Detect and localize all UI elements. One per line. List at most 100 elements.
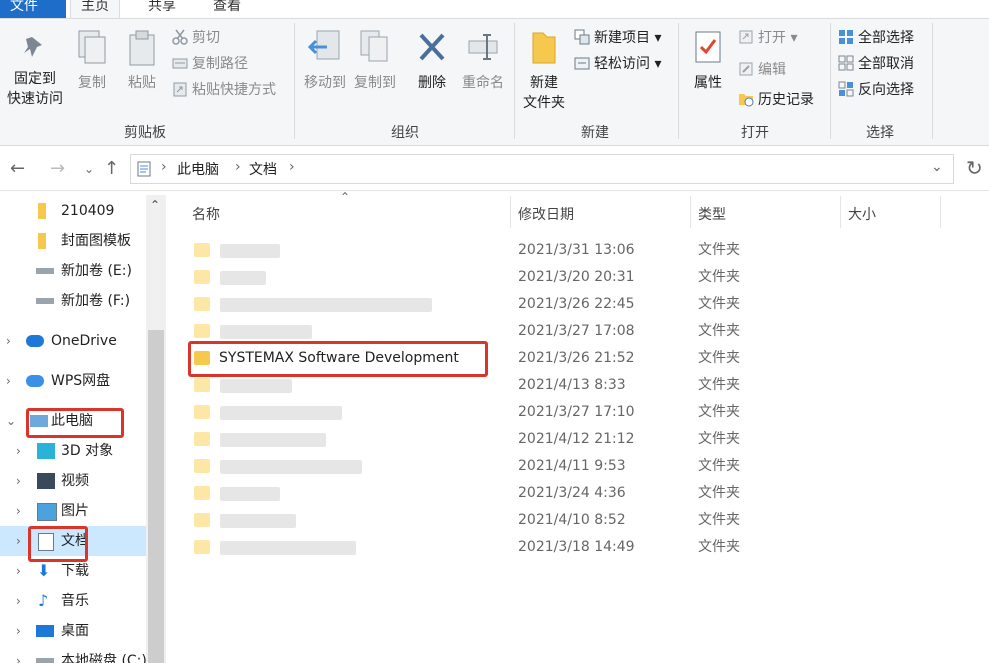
highlight-box-systemax-folder [188, 341, 488, 377]
edit-button[interactable]: 编辑 [738, 59, 786, 81]
address-dropdown-chevron-icon[interactable]: ⌄ [931, 159, 943, 175]
file-row[interactable]: 2021/3/20 20:31 文件夹 [186, 264, 946, 291]
column-divider[interactable] [690, 196, 691, 228]
nav-item-3d-objects[interactable]: › 3D 对象 [0, 436, 146, 466]
nav-item-wps-cloud[interactable]: › WPS网盘 [0, 366, 146, 396]
address-bar[interactable]: › 此电脑 › 文档 › ⌄ [130, 154, 954, 184]
expand-chevron-icon[interactable]: › [16, 526, 21, 556]
expand-chevron-icon[interactable]: › [16, 646, 21, 663]
select-none-button[interactable]: 全部取消 [838, 53, 914, 75]
breadcrumb-chevron-icon[interactable]: › [235, 159, 241, 175]
breadcrumb-this-pc[interactable]: 此电脑 [177, 159, 219, 179]
new-folder-button[interactable]: 新建 文件夹 [520, 29, 568, 113]
file-row[interactable]: 2021/3/26 22:45 文件夹 [186, 291, 946, 318]
nav-item-pictures[interactable]: › 图片 [0, 496, 146, 526]
nav-item-cover-templates[interactable]: 封面图模板 [0, 226, 146, 256]
refresh-icon[interactable]: ↻ [966, 156, 983, 180]
blurred-name [220, 541, 356, 555]
breadcrumb-chevron-icon[interactable]: › [289, 159, 295, 175]
invert-selection-button[interactable]: 反向选择 [838, 79, 914, 101]
tab-home[interactable]: 主页 [70, 0, 120, 18]
paste-shortcut-label: 粘贴快捷方式 [192, 82, 276, 98]
expand-chevron-icon[interactable]: › [16, 496, 21, 526]
file-row[interactable]: 2021/3/31 13:06 文件夹 [186, 237, 946, 264]
column-divider[interactable] [510, 196, 511, 228]
column-header-name[interactable]: 名称 [192, 204, 220, 224]
rename-button[interactable]: 重命名 [458, 29, 508, 93]
file-type: 文件夹 [698, 404, 740, 420]
scroll-up-arrow-icon[interactable]: ⌃ [150, 198, 160, 212]
file-type: 文件夹 [698, 485, 740, 501]
blurred-name [220, 514, 296, 528]
back-arrow-icon[interactable]: ← [10, 158, 25, 179]
cut-button[interactable]: 剪切 [172, 27, 220, 49]
delete-button[interactable]: 删除 [410, 29, 454, 93]
history-button[interactable]: 历史记录 [738, 89, 814, 111]
expand-chevron-icon[interactable]: › [16, 466, 21, 496]
file-row[interactable]: 2021/3/27 17:10 文件夹 [186, 399, 946, 426]
collapse-chevron-icon[interactable]: ⌄ [6, 406, 16, 436]
copy-path-button[interactable]: 复制路径 [172, 53, 248, 75]
expand-chevron-icon[interactable]: › [16, 616, 21, 646]
file-date: 2021/3/31 13:06 [518, 242, 635, 258]
blurred-name [220, 298, 432, 312]
blurred-name [220, 271, 266, 285]
new-item-button[interactable]: 新建项目 ▾ [574, 27, 661, 49]
recent-locations-chevron-icon[interactable]: ⌄ [84, 162, 94, 176]
nav-item-label: 210409 [61, 203, 115, 219]
file-type: 文件夹 [698, 512, 740, 528]
paste-shortcut-button[interactable]: 粘贴快捷方式 [172, 79, 276, 101]
drive-icon [36, 298, 54, 304]
open-button[interactable]: 打开 ▾ [738, 27, 797, 49]
nav-item-desktop[interactable]: › 桌面 [0, 616, 146, 646]
file-row[interactable]: 2021/3/18 14:49 文件夹 [186, 534, 946, 561]
paste-button[interactable]: 粘贴 [120, 29, 164, 93]
move-to-button[interactable]: 移动到 [300, 29, 350, 93]
copy-to-button[interactable]: 复制到 [350, 29, 400, 93]
column-divider[interactable] [940, 196, 941, 228]
forward-arrow-icon[interactable]: → [50, 158, 65, 179]
properties-button[interactable]: 属性 [684, 29, 732, 93]
ribbon-tab-bar: 文件 主页 共享 查看 [0, 0, 989, 20]
pin-quick-access-button[interactable]: 固定到 快速访问 [4, 33, 66, 109]
pin-icon [24, 37, 42, 57]
column-header-date[interactable]: 修改日期 [518, 204, 574, 224]
expand-chevron-icon[interactable]: › [16, 586, 21, 616]
nav-item-music[interactable]: › ♪ 音乐 [0, 586, 146, 616]
file-row[interactable]: 2021/4/11 9:53 文件夹 [186, 453, 946, 480]
easy-access-button[interactable]: 轻松访问 ▾ [574, 53, 661, 75]
expand-chevron-icon[interactable]: › [6, 366, 11, 396]
file-row[interactable]: 2021/4/12 21:12 文件夹 [186, 426, 946, 453]
tab-share[interactable]: 共享 [138, 0, 186, 18]
file-type: 文件夹 [698, 296, 740, 312]
file-row[interactable]: 2021/3/24 4:36 文件夹 [186, 480, 946, 507]
copy-icon [78, 30, 106, 64]
expand-chevron-icon[interactable]: › [16, 436, 21, 466]
expand-chevron-icon[interactable]: › [6, 326, 11, 356]
nav-scrollbar-thumb[interactable] [148, 330, 164, 663]
file-row[interactable]: 2021/4/10 8:52 文件夹 [186, 507, 946, 534]
tab-view[interactable]: 查看 [203, 0, 251, 18]
nav-item-videos[interactable]: › 视频 [0, 466, 146, 496]
select-all-button[interactable]: 全部选择 [838, 27, 914, 49]
breadcrumb-documents[interactable]: 文档 [249, 159, 277, 179]
nav-item-drive-f[interactable]: 新加卷 (F:) [0, 286, 146, 316]
copy-button[interactable]: 复制 [70, 29, 114, 93]
column-divider[interactable] [840, 196, 841, 228]
nav-item-drive-c[interactable]: › 本地磁盘 (C:) [0, 646, 146, 663]
tab-file[interactable]: 文件 [0, 0, 66, 18]
nav-item-onedrive[interactable]: › OneDrive [0, 326, 146, 356]
column-header-type[interactable]: 类型 [698, 204, 726, 224]
film-icon [37, 473, 55, 489]
nav-item-210409[interactable]: 210409 [0, 196, 146, 226]
column-header-size[interactable]: 大小 [848, 204, 876, 224]
new-item-label: 新建项目 [594, 30, 650, 46]
expand-chevron-icon[interactable]: › [16, 556, 21, 586]
move-to-icon [307, 30, 340, 60]
up-arrow-icon[interactable]: ↑ [104, 158, 119, 179]
copy-path-icon [172, 58, 188, 69]
breadcrumb-chevron-icon[interactable]: › [161, 159, 167, 175]
nav-item-drive-e[interactable]: 新加卷 (E:) [0, 256, 146, 286]
drive-icon [36, 268, 54, 274]
dropdown-arrow-icon: ▾ [654, 30, 662, 46]
